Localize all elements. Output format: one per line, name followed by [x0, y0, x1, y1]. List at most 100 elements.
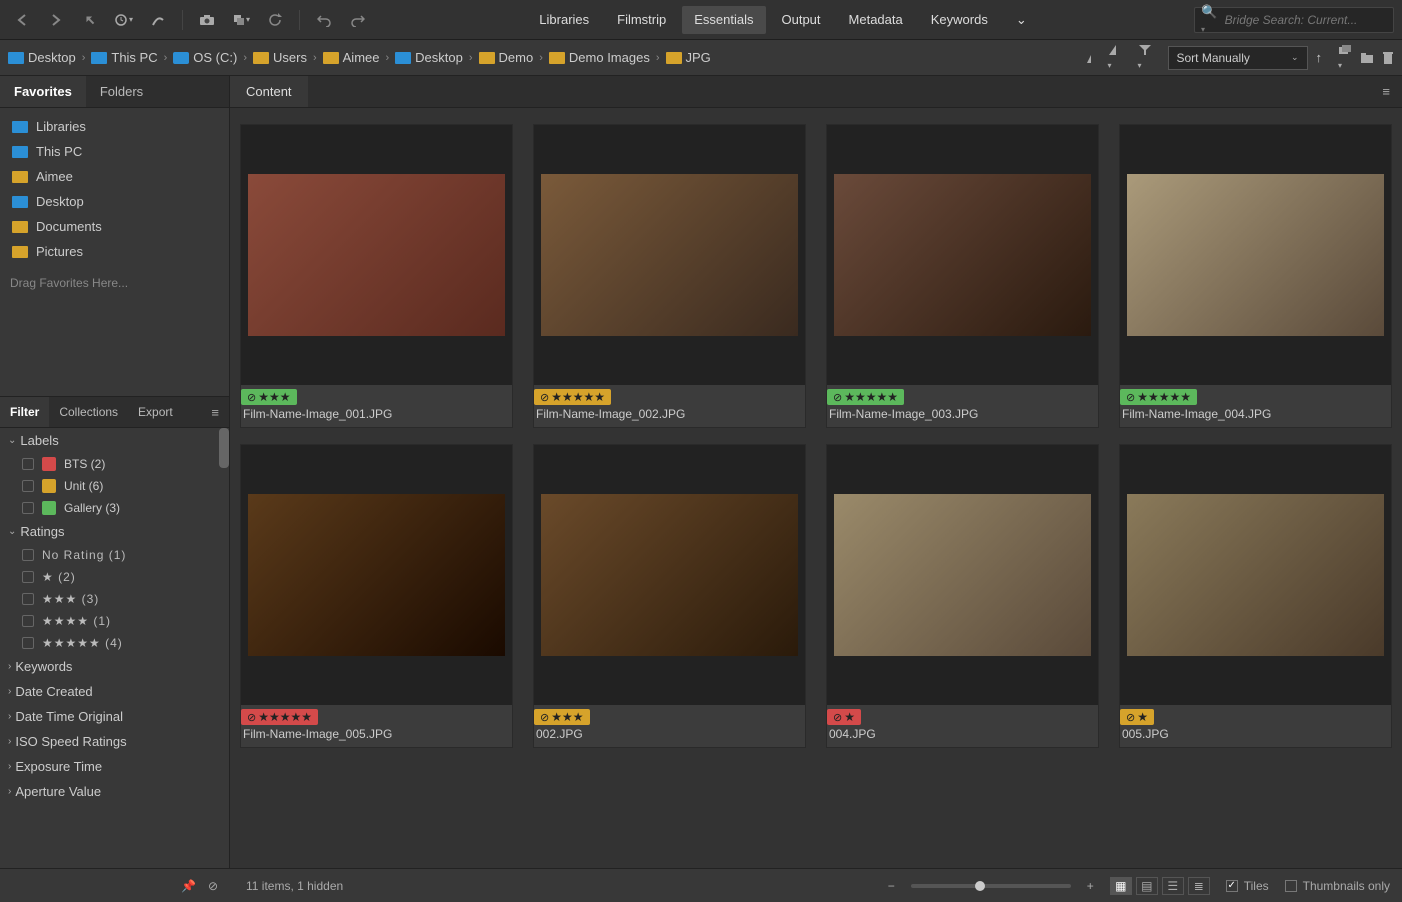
- breadcrumb-item[interactable]: Users: [253, 50, 307, 65]
- zoom-handle[interactable]: [975, 881, 985, 891]
- zoom-slider[interactable]: [911, 884, 1071, 888]
- redo-icon[interactable]: [344, 6, 372, 34]
- filter-section-header[interactable]: ›Date Created: [0, 679, 229, 704]
- tab-collections[interactable]: Collections: [49, 397, 128, 427]
- undo-icon[interactable]: [310, 6, 338, 34]
- tab-content[interactable]: Content: [230, 76, 308, 107]
- filter-panel-menu-icon[interactable]: ≡: [201, 399, 229, 426]
- view-grid-icon[interactable]: ▦: [1110, 877, 1132, 895]
- nav-back-button[interactable]: [8, 6, 36, 34]
- funnel-icon[interactable]: ▾: [1138, 44, 1152, 71]
- rating-pill[interactable]: ⊘★: [827, 709, 861, 725]
- rating-pill[interactable]: ⊘★★★★★: [1120, 389, 1197, 405]
- favorite-item[interactable]: Pictures: [0, 239, 229, 264]
- cancel-filter-icon[interactable]: ⊘: [208, 879, 218, 893]
- search-input[interactable]: [1225, 13, 1387, 27]
- filter-section-header[interactable]: ›Aperture Value: [0, 779, 229, 804]
- chevron-right-icon[interactable]: ›: [313, 52, 317, 64]
- trash-icon[interactable]: [1382, 51, 1394, 65]
- tab-folders[interactable]: Folders: [86, 76, 157, 107]
- rating-pill[interactable]: ⊘★: [1120, 709, 1154, 725]
- tab-export[interactable]: Export: [128, 397, 183, 427]
- breadcrumb-item[interactable]: Aimee: [323, 50, 380, 65]
- favorite-item[interactable]: Aimee: [0, 164, 229, 189]
- filter-rating-row[interactable]: ★★★ (3): [0, 588, 229, 610]
- new-folder-icon[interactable]: [1360, 52, 1374, 64]
- recent-button[interactable]: ▾: [110, 6, 138, 34]
- chevron-right-icon[interactable]: ›: [164, 52, 168, 64]
- workspace-more-icon[interactable]: ⌄: [1004, 6, 1039, 34]
- view-details-icon[interactable]: ☰: [1162, 877, 1184, 895]
- breadcrumb-item[interactable]: Desktop: [395, 50, 463, 65]
- chevron-right-icon[interactable]: ›: [469, 52, 473, 64]
- favorite-item[interactable]: Documents: [0, 214, 229, 239]
- filter-ramp2-icon[interactable]: ▾: [1108, 44, 1122, 71]
- breadcrumb-item[interactable]: JPG: [666, 50, 711, 65]
- filter-ramp-icon[interactable]: [1086, 52, 1100, 64]
- refresh-icon[interactable]: [261, 6, 289, 34]
- rating-pill[interactable]: ⊘★★★★★: [241, 709, 318, 725]
- rating-pill[interactable]: ⊘★★★: [241, 389, 297, 405]
- filter-section-header[interactable]: ⌄Labels: [0, 428, 229, 453]
- chevron-right-icon[interactable]: ›: [656, 52, 660, 64]
- filter-section-header[interactable]: ›ISO Speed Ratings: [0, 729, 229, 754]
- workspace-tab-filmstrip[interactable]: Filmstrip: [605, 6, 678, 34]
- thumbnail-card[interactable]: ⊘★★★★★Film-Name-Image_002.JPG: [533, 124, 806, 428]
- filter-section-header[interactable]: ›Keywords: [0, 654, 229, 679]
- stack-icon[interactable]: ▾: [1338, 44, 1352, 71]
- thumbnail-card[interactable]: ⊘★004.JPG: [826, 444, 1099, 748]
- filter-label-row[interactable]: Unit (6): [0, 475, 229, 497]
- boomerang-icon[interactable]: [144, 6, 172, 34]
- chevron-right-icon[interactable]: ›: [243, 52, 247, 64]
- chevron-right-icon[interactable]: ›: [82, 52, 86, 64]
- workspace-tab-keywords[interactable]: Keywords: [919, 6, 1000, 34]
- favorite-item[interactable]: This PC: [0, 139, 229, 164]
- breadcrumb-item[interactable]: This PC: [91, 50, 157, 65]
- thumbnail-card[interactable]: ⊘★★★Film-Name-Image_001.JPG: [240, 124, 513, 428]
- rating-pill[interactable]: ⊘★★★★★: [534, 389, 611, 405]
- thumbnail-card[interactable]: ⊘★★★★★Film-Name-Image_004.JPG: [1119, 124, 1392, 428]
- breadcrumb-item[interactable]: Demo Images: [549, 50, 650, 65]
- workspace-tab-output[interactable]: Output: [770, 6, 833, 34]
- favorite-item[interactable]: Libraries: [0, 114, 229, 139]
- filter-rating-row[interactable]: ★★★★★ (4): [0, 632, 229, 654]
- filter-section-header[interactable]: ⌄Ratings: [0, 519, 229, 544]
- thumbnail-card[interactable]: ⊘★★★002.JPG: [533, 444, 806, 748]
- zoom-out-icon[interactable]: −: [888, 879, 895, 893]
- nav-up-button[interactable]: [76, 6, 104, 34]
- workspace-tab-metadata[interactable]: Metadata: [837, 6, 915, 34]
- breadcrumb-item[interactable]: OS (C:): [173, 50, 237, 65]
- camera-icon[interactable]: [193, 6, 221, 34]
- content-panel-menu-icon[interactable]: ≡: [1370, 76, 1402, 107]
- workspace-tab-libraries[interactable]: Libraries: [527, 6, 601, 34]
- chevron-right-icon[interactable]: ›: [386, 52, 390, 64]
- nav-forward-button[interactable]: [42, 6, 70, 34]
- breadcrumb-item[interactable]: Desktop: [8, 50, 76, 65]
- breadcrumb-item[interactable]: Demo: [479, 50, 534, 65]
- view-list-icon[interactable]: ≣: [1188, 877, 1210, 895]
- filter-label-row[interactable]: BTS (2): [0, 453, 229, 475]
- pin-icon[interactable]: 📌: [181, 879, 196, 893]
- sort-direction-icon[interactable]: ↑: [1316, 50, 1323, 65]
- batch-icon[interactable]: ▾: [227, 6, 255, 34]
- filter-section-header[interactable]: ›Exposure Time: [0, 754, 229, 779]
- workspace-tab-essentials[interactable]: Essentials: [682, 6, 765, 34]
- filter-rating-row[interactable]: ★ (2): [0, 566, 229, 588]
- filter-rating-row[interactable]: No Rating (1): [0, 544, 229, 566]
- rating-pill[interactable]: ⊘★★★: [534, 709, 590, 725]
- thumbs-only-checkbox[interactable]: Thumbnails only: [1285, 879, 1390, 893]
- view-grid2-icon[interactable]: ▤: [1136, 877, 1158, 895]
- filter-rating-row[interactable]: ★★★★ (1): [0, 610, 229, 632]
- scrollbar[interactable]: [219, 428, 229, 468]
- thumbnail-card[interactable]: ⊘★★★★★Film-Name-Image_005.JPG: [240, 444, 513, 748]
- filter-section-header[interactable]: ›Date Time Original: [0, 704, 229, 729]
- sort-dropdown[interactable]: Sort Manually⌄: [1168, 46, 1308, 70]
- filter-label-row[interactable]: Gallery (3): [0, 497, 229, 519]
- favorite-item[interactable]: Desktop: [0, 189, 229, 214]
- tiles-checkbox[interactable]: Tiles: [1226, 879, 1269, 893]
- thumbnail-card[interactable]: ⊘★★★★★Film-Name-Image_003.JPG: [826, 124, 1099, 428]
- zoom-in-icon[interactable]: +: [1087, 879, 1094, 893]
- search-box[interactable]: 🔍▾: [1194, 7, 1394, 33]
- thumbnail-card[interactable]: ⊘★005.JPG: [1119, 444, 1392, 748]
- rating-pill[interactable]: ⊘★★★★★: [827, 389, 904, 405]
